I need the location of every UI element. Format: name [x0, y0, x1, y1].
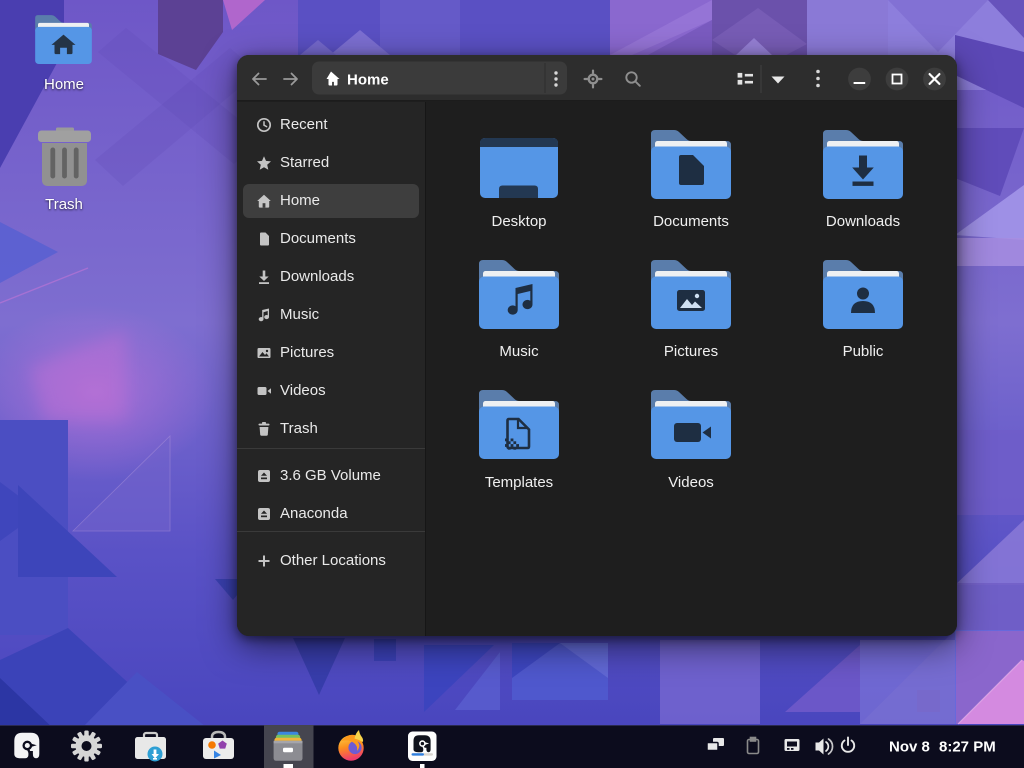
svg-text:Nov 8: Nov 8 [889, 739, 930, 756]
svg-text:Home: Home [347, 72, 389, 89]
svg-text:8:27 PM: 8:27 PM [939, 739, 996, 756]
